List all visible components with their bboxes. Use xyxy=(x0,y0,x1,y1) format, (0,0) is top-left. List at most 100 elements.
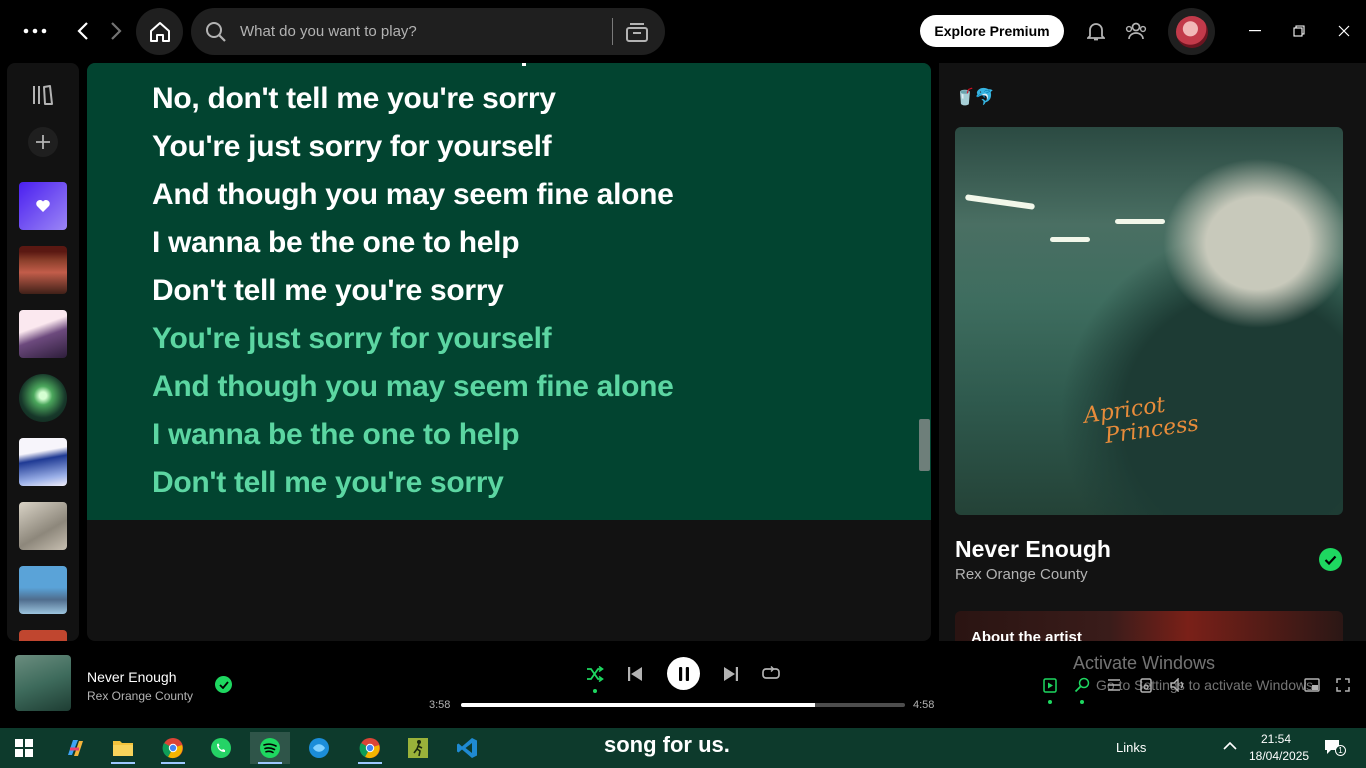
lyric-line[interactable]: You're just sorry for yourself xyxy=(152,324,552,354)
search-icon xyxy=(204,20,228,44)
miniplayer-icon xyxy=(1304,678,1320,692)
copilot-app[interactable] xyxy=(55,732,95,764)
back-arrow-icon[interactable] xyxy=(70,16,96,46)
about-artist-card[interactable]: About the artist xyxy=(955,611,1343,641)
explore-premium-button[interactable]: Explore Premium xyxy=(920,15,1064,47)
now-playing-cover[interactable] xyxy=(15,655,71,711)
device-icon xyxy=(1140,677,1152,693)
artist-name[interactable]: Rex Orange County xyxy=(955,566,1088,583)
clock-date[interactable]: 18/04/2025 xyxy=(1249,749,1309,763)
chrome-icon xyxy=(162,738,183,759)
library-item[interactable] xyxy=(19,438,67,486)
main-view: No, don't tell me you're sorry You're ju… xyxy=(87,63,931,641)
lyric-line[interactable]: You're just sorry for yourself xyxy=(152,132,552,162)
now-playing-title[interactable]: Never Enough xyxy=(87,669,177,685)
running-indicator xyxy=(358,762,382,764)
fish-app[interactable] xyxy=(299,732,339,764)
minimize-icon[interactable] xyxy=(1240,16,1270,46)
search-bar[interactable] xyxy=(191,8,665,55)
now-playing-artist[interactable]: Rex Orange County xyxy=(87,689,193,703)
friend-activity-icon[interactable] xyxy=(1124,18,1148,44)
profile-button[interactable] xyxy=(1168,8,1215,55)
activate-windows-title: Activate Windows xyxy=(1073,653,1216,673)
library-item[interactable] xyxy=(19,502,67,550)
total-time: 4:58 xyxy=(913,699,935,711)
library-item[interactable] xyxy=(19,374,67,422)
library-icon[interactable] xyxy=(31,83,55,107)
vscode-icon xyxy=(457,738,477,758)
library-item[interactable] xyxy=(19,566,67,614)
lyric-line[interactable]: And though you may seem fine alone xyxy=(152,180,674,210)
play-pause-button[interactable] xyxy=(667,657,700,690)
fish-icon xyxy=(309,738,329,758)
progress-bar[interactable] xyxy=(461,703,905,707)
home-button[interactable] xyxy=(136,8,183,55)
bell-icon[interactable] xyxy=(1084,18,1108,44)
connect-device-button[interactable] xyxy=(1138,677,1154,693)
running-indicator xyxy=(161,762,185,764)
notification-center-icon[interactable]: 1 xyxy=(1324,739,1346,757)
walking-person-icon xyxy=(408,738,428,758)
cover-light xyxy=(964,194,1036,210)
lyric-line[interactable]: Don't tell me you're sorry xyxy=(152,276,504,306)
heart-icon xyxy=(36,200,50,212)
close-icon[interactable] xyxy=(1329,16,1359,46)
whatsapp-app[interactable] xyxy=(201,732,241,764)
lyrics-button[interactable] xyxy=(1074,677,1090,704)
pause-icon xyxy=(678,666,689,681)
song-title[interactable]: Never Enough xyxy=(955,536,1111,563)
pedestrian-app[interactable] xyxy=(398,732,438,764)
vscode-app[interactable] xyxy=(447,732,487,764)
saved-check-button[interactable] xyxy=(1319,548,1342,571)
clock-time[interactable]: 21:54 xyxy=(1261,732,1291,746)
activate-windows-subtitle: Go to Settings to activate Windows. xyxy=(1096,677,1317,693)
lyric-line[interactable]: No, don't tell me you're sorry xyxy=(152,84,556,114)
right-panel-scrollbar[interactable] xyxy=(1357,63,1366,641)
forward-arrow-icon[interactable] xyxy=(103,16,129,46)
previous-button[interactable] xyxy=(624,663,646,685)
search-divider xyxy=(612,18,613,45)
library-item[interactable] xyxy=(19,630,67,641)
chrome-icon xyxy=(359,738,380,759)
browse-icon[interactable] xyxy=(624,19,650,45)
repeat-button[interactable] xyxy=(760,663,782,685)
playlist-name[interactable]: 🥤🐬 xyxy=(955,87,995,107)
file-explorer-app[interactable] xyxy=(103,732,143,764)
lyric-line[interactable]: Don't tell me you're sorry xyxy=(152,468,504,498)
chrome-app[interactable] xyxy=(153,732,193,764)
windows-taskbar: song for us. Links 21:54 18/04/2025 1 xyxy=(0,728,1366,768)
library-item[interactable] xyxy=(19,310,67,358)
links-toolbar[interactable]: Links xyxy=(1116,740,1146,755)
plus-icon xyxy=(36,135,50,149)
liked-songs-item[interactable] xyxy=(19,182,67,230)
fullscreen-button[interactable] xyxy=(1335,677,1351,693)
lyric-line[interactable]: And though you may seem fine alone xyxy=(152,372,674,402)
queue-button[interactable] xyxy=(1106,677,1122,693)
now-playing-panel: 🥤🐬 Apricot Princess Never Enough Rex Ora… xyxy=(939,63,1359,641)
spotify-icon xyxy=(260,738,280,758)
windows-icon xyxy=(15,739,33,757)
miniplayer-button[interactable] xyxy=(1303,677,1321,693)
search-input[interactable] xyxy=(240,16,580,47)
saved-check-button[interactable] xyxy=(215,676,232,693)
elapsed-time: 3:58 xyxy=(429,699,451,711)
lyric-line[interactable]: I wanna be the one to help xyxy=(152,420,520,450)
cover-signature: Apricot Princess xyxy=(1082,389,1200,450)
shuffle-button[interactable] xyxy=(584,663,606,693)
chevron-up-icon[interactable] xyxy=(1222,738,1240,756)
folder-icon xyxy=(113,741,133,756)
chrome-profile-app[interactable] xyxy=(350,732,390,764)
start-button[interactable] xyxy=(4,732,44,764)
spotify-taskbar-app[interactable] xyxy=(250,732,290,764)
lyrics-panel[interactable]: No, don't tell me you're sorry You're ju… xyxy=(87,63,931,520)
volume-button[interactable] xyxy=(1170,677,1186,693)
next-button[interactable] xyxy=(720,663,742,685)
lyrics-scrollbar[interactable] xyxy=(919,419,930,471)
more-menu-icon[interactable] xyxy=(20,16,50,46)
restore-icon[interactable] xyxy=(1284,16,1314,46)
lyric-line[interactable]: I wanna be the one to help xyxy=(152,228,520,258)
now-playing-view-button[interactable] xyxy=(1042,677,1058,704)
library-item[interactable] xyxy=(19,246,67,294)
active-dot xyxy=(1080,700,1084,704)
create-playlist-button[interactable] xyxy=(28,127,58,157)
